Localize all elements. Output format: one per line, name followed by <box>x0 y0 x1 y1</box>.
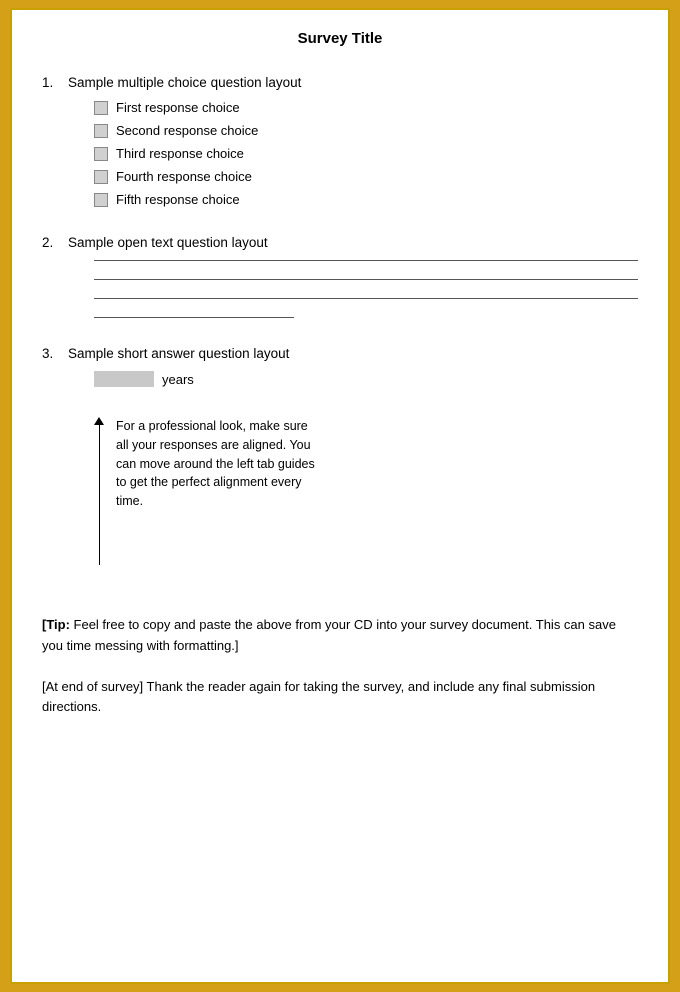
choice-label: First response choice <box>116 100 240 115</box>
text-line-4 <box>94 317 294 318</box>
choice-label: Fifth response choice <box>116 192 240 207</box>
question-2-text: Sample open text question layout <box>68 235 268 250</box>
checkbox-icon[interactable] <box>94 170 108 184</box>
tip-paragraph: [Tip: Feel free to copy and paste the ab… <box>42 615 638 657</box>
choice-label: Fourth response choice <box>116 169 252 184</box>
question-2-block: 2. Sample open text question layout <box>42 235 638 318</box>
choice-item: Second response choice <box>94 123 638 138</box>
choice-item: First response choice <box>94 100 638 115</box>
checkbox-icon[interactable] <box>94 193 108 207</box>
question-3-text: Sample short answer question layout <box>68 346 289 361</box>
choice-label: Second response choice <box>116 123 258 138</box>
tip-box: For a professional look, make sure all y… <box>94 417 638 565</box>
question-1-text: Sample multiple choice question layout <box>68 75 301 90</box>
short-answer-input[interactable] <box>94 371 154 387</box>
end-paragraph: [At end of survey] Thank the reader agai… <box>42 677 638 719</box>
question-3-block: 3. Sample short answer question layout y… <box>42 346 638 387</box>
survey-page: Survey Title 1. Sample multiple choice q… <box>10 8 670 984</box>
checkbox-icon[interactable] <box>94 101 108 115</box>
end-prefix: [At end of survey] <box>42 679 143 694</box>
choice-item: Fifth response choice <box>94 192 638 207</box>
tip-middle: Feel free to copy and paste the above fr… <box>42 617 616 653</box>
checkbox-icon[interactable] <box>94 147 108 161</box>
survey-title: Survey Title <box>42 30 638 47</box>
question-2-number: 2. <box>42 235 62 250</box>
short-answer-area: years <box>94 371 638 387</box>
text-line-1 <box>94 260 638 261</box>
tip-prefix: [Tip: <box>42 617 70 632</box>
bottom-section: [Tip: Feel free to copy and paste the ab… <box>42 605 638 718</box>
tip-arrow <box>94 417 104 565</box>
choice-item: Third response choice <box>94 146 638 161</box>
short-answer-unit: years <box>162 372 194 387</box>
question-3-number: 3. <box>42 346 62 361</box>
question-1-block: 1. Sample multiple choice question layou… <box>42 75 638 207</box>
open-text-area <box>94 260 638 318</box>
choice-item: Fourth response choice <box>94 169 638 184</box>
arrow-line <box>99 425 100 565</box>
choices-list: First response choice Second response ch… <box>94 100 638 207</box>
question-2-label: 2. Sample open text question layout <box>42 235 638 250</box>
question-3-label: 3. Sample short answer question layout <box>42 346 638 361</box>
choice-label: Third response choice <box>116 146 244 161</box>
text-line-2 <box>94 279 638 280</box>
tip-content-text: For a professional look, make sure all y… <box>116 417 316 565</box>
question-1-label: 1. Sample multiple choice question layou… <box>42 75 638 90</box>
text-line-3 <box>94 298 638 299</box>
question-1-number: 1. <box>42 75 62 90</box>
arrow-head-icon <box>94 417 104 425</box>
checkbox-icon[interactable] <box>94 124 108 138</box>
